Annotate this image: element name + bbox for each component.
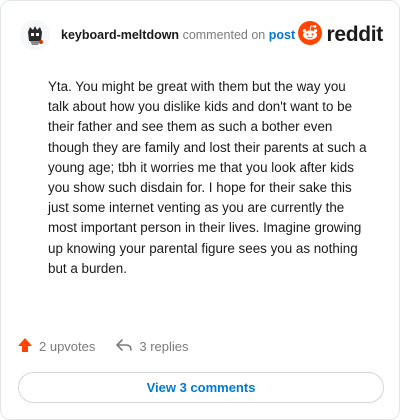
- reply-arrow-icon: [115, 337, 133, 356]
- upvote-button[interactable]: 2 upvotes: [17, 337, 95, 356]
- comment-actions: 2 upvotes 3 replies: [17, 337, 189, 356]
- replies-button[interactable]: 3 replies: [115, 337, 189, 356]
- username-link[interactable]: keyboard-meltdown: [61, 28, 179, 42]
- reddit-logo-icon: [298, 20, 323, 50]
- reddit-brand[interactable]: reddit: [298, 20, 383, 50]
- commented-on-label: commented on: [182, 28, 266, 42]
- comment-body: Yta. You might be great with them but th…: [48, 79, 367, 276]
- comment-byline: keyboard-meltdown commented on post: [61, 28, 298, 42]
- reply-count: 3 replies: [139, 339, 189, 354]
- view-comments-button[interactable]: View 3 comments: [18, 372, 384, 403]
- post-link[interactable]: post: [269, 28, 295, 42]
- upvote-count: 2 upvotes: [39, 339, 96, 354]
- upvote-arrow-icon: [17, 337, 33, 356]
- reddit-wordmark: reddit: [326, 23, 383, 46]
- avatar[interactable]: [19, 19, 51, 51]
- comment-card: keyboard-meltdown commented on post redd…: [0, 0, 400, 420]
- comment-header: keyboard-meltdown commented on post redd…: [19, 15, 383, 55]
